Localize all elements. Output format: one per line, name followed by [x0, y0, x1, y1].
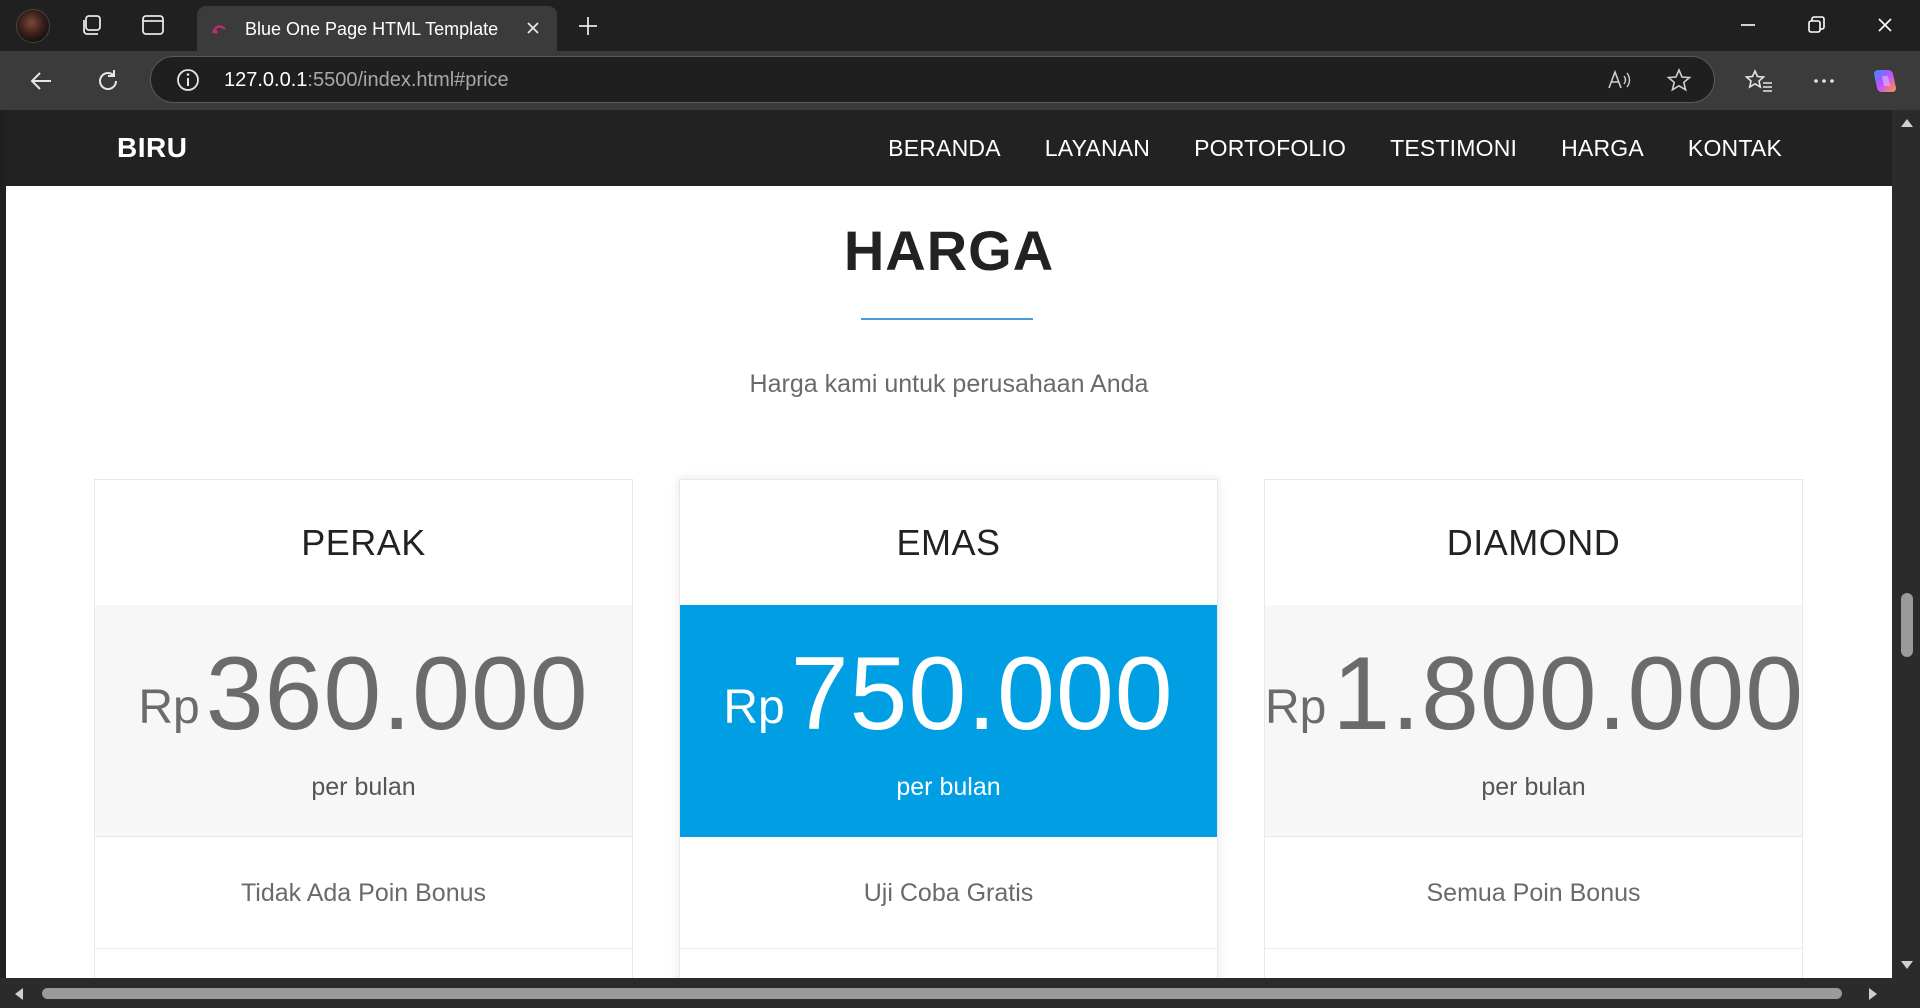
price-box: Rp750.000 per bulan — [680, 605, 1217, 837]
menu-item-layanan[interactable]: LAYANAN — [1045, 135, 1150, 162]
price: Rp1.800.000 — [1265, 635, 1805, 754]
more-icon[interactable] — [1809, 66, 1839, 96]
menu-item-harga[interactable]: HARGA — [1561, 135, 1644, 162]
horizontal-scroll-thumb[interactable] — [42, 988, 1842, 999]
price: Rp750.000 — [680, 635, 1217, 754]
price-amount: 750.000 — [790, 636, 1174, 752]
browser-titlebar: Blue One Page HTML Template — [0, 0, 1920, 51]
price-box: Rp1.800.000 per bulan — [1265, 605, 1805, 837]
site-brand[interactable]: BIRU — [117, 132, 187, 164]
address-bar[interactable]: 127.0.0.1:5500/index.html#price — [150, 56, 1715, 103]
plan-name: EMAS — [896, 522, 1001, 563]
pricing-card-diamond: DIAMOND Rp1.800.000 per bulan Semua Poin… — [1264, 479, 1803, 978]
favorite-star-icon[interactable] — [1666, 67, 1692, 93]
price-period: per bulan — [896, 773, 1001, 801]
tab-favicon-icon — [212, 25, 226, 34]
refresh-icon[interactable] — [93, 66, 123, 96]
menu-item-testimoni[interactable]: TESTIMONI — [1390, 135, 1517, 162]
tab-close-icon[interactable] — [523, 18, 543, 38]
price-currency: Rp — [1265, 681, 1327, 734]
read-aloud-icon[interactable] — [1606, 67, 1632, 93]
price-box: Rp360.000 per bulan — [95, 605, 632, 837]
price-amount: 360.000 — [205, 636, 589, 752]
copilot-icon[interactable] — [1870, 66, 1900, 96]
tab-title: Blue One Page HTML Template — [245, 19, 499, 39]
plan-feature: Tidak Ada Poin Bonus — [95, 837, 632, 949]
url-path: :5500/index.html#price — [307, 69, 509, 91]
price-currency: Rp — [138, 681, 200, 734]
restore-icon[interactable] — [1803, 12, 1829, 38]
favorites-icon[interactable] — [1744, 66, 1774, 96]
price-amount: 1.800.000 — [1332, 636, 1805, 752]
pricing-card-emas: EMAS Rp750.000 per bulan Uji Coba Gratis — [679, 479, 1218, 978]
price-period: per bulan — [1481, 773, 1586, 801]
profile-avatar[interactable] — [16, 9, 50, 43]
plan-feature: Uji Coba Gratis — [680, 837, 1217, 949]
price-currency: Rp — [723, 681, 785, 734]
horizontal-scrollbar[interactable] — [0, 978, 1920, 1008]
menu-item-kontak[interactable]: KONTAK — [1688, 135, 1782, 162]
minimize-icon[interactable] — [1735, 12, 1761, 38]
site-info-icon[interactable] — [175, 67, 201, 93]
section-subtitle: Harga kami untuk perusahaan Anda — [749, 370, 1149, 398]
url-host: 127.0.0.1 — [224, 69, 308, 91]
site-navbar: BIRU BERANDA LAYANAN PORTOFOLIO TESTIMON… — [6, 110, 1892, 186]
scroll-up-icon[interactable] — [1900, 118, 1914, 128]
plan-name: PERAK — [301, 522, 426, 563]
title-underline — [861, 318, 1033, 320]
vertical-scrollbar[interactable] — [1892, 110, 1920, 978]
scroll-right-icon[interactable] — [1868, 987, 1878, 1001]
plan-feature: Semua Poin Bonus — [1265, 837, 1802, 949]
new-tab-icon[interactable] — [574, 12, 602, 40]
pricing-card-perak: PERAK Rp360.000 per bulan Tidak Ada Poin… — [94, 479, 633, 978]
close-window-icon[interactable] — [1872, 12, 1898, 38]
page-viewport: BIRU BERANDA LAYANAN PORTOFOLIO TESTIMON… — [6, 110, 1892, 978]
section-title: HARGA — [843, 219, 1055, 282]
back-icon[interactable] — [27, 66, 57, 96]
price-period: per bulan — [311, 773, 416, 801]
browser-toolbar: 127.0.0.1:5500/index.html#price — [0, 51, 1920, 110]
menu-item-beranda[interactable]: BERANDA — [888, 135, 1001, 162]
vertical-scroll-thumb[interactable] — [1901, 593, 1913, 657]
url-text[interactable]: 127.0.0.1:5500/index.html#price — [224, 69, 509, 92]
tab-actions-icon[interactable] — [140, 12, 166, 38]
workspaces-icon[interactable] — [80, 12, 106, 38]
scroll-down-icon[interactable] — [1900, 960, 1914, 970]
menu-item-portofolio[interactable]: PORTOFOLIO — [1194, 135, 1346, 162]
scroll-left-icon[interactable] — [14, 987, 24, 1001]
active-tab[interactable]: Blue One Page HTML Template — [197, 6, 557, 51]
plan-name: DIAMOND — [1446, 522, 1621, 563]
price: Rp360.000 — [95, 635, 632, 754]
site-menu: BERANDA LAYANAN PORTOFOLIO TESTIMONI HAR… — [888, 135, 1782, 162]
